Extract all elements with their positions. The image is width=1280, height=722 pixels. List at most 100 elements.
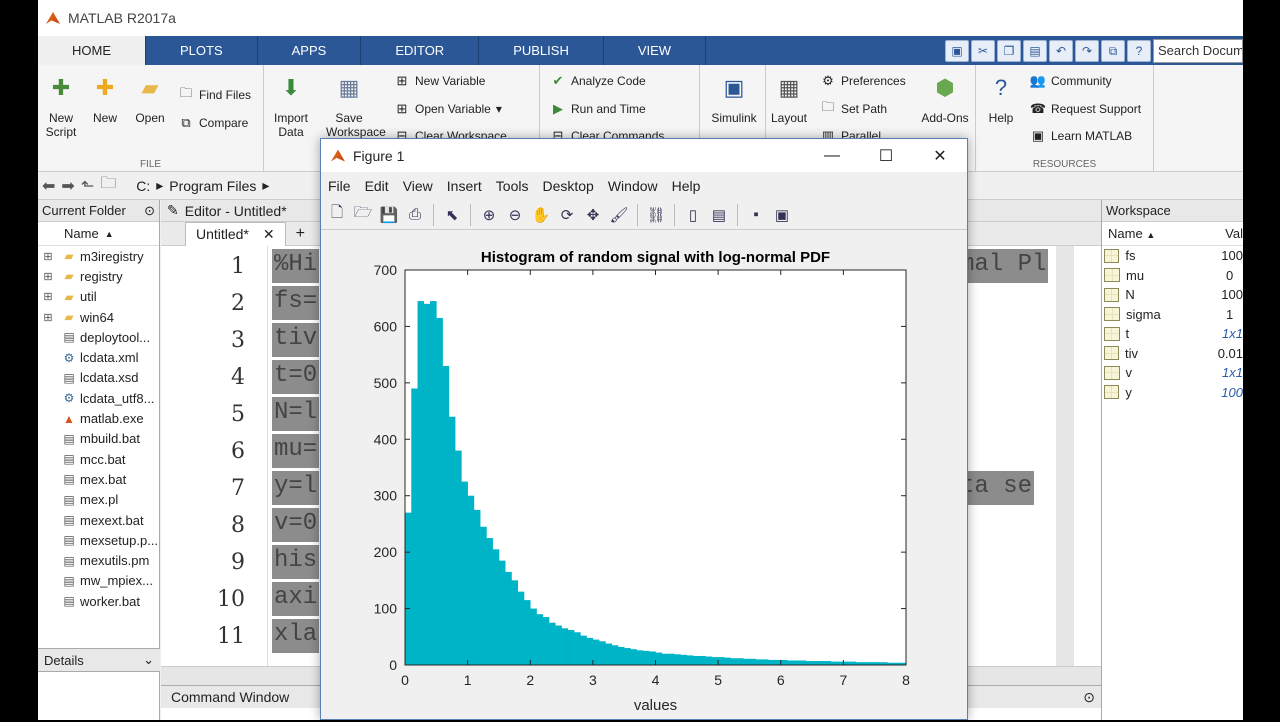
variable-row[interactable]: v 1x1 [1102,363,1243,383]
variable-row[interactable]: N 100 [1102,285,1243,305]
list-item[interactable]: ▤ deploytool... [38,327,159,347]
menu-view[interactable]: View [396,178,440,194]
variable-row[interactable]: sigma 1 [1102,305,1243,325]
expand-icon[interactable]: ⊞ [38,250,58,263]
list-item[interactable]: ▤ mw_mpiex... [38,571,159,591]
code-line[interactable]: xla [272,619,320,653]
close-icon[interactable]: ✕ [913,139,967,172]
list-item[interactable]: ▤ mexext.bat [38,510,159,530]
path-segment[interactable]: Program Files [169,178,256,194]
open-button[interactable]: ▰ Open [127,73,173,126]
code-line[interactable]: N=l [272,397,320,431]
set-path-button[interactable]: 🗀 Set Path [820,98,887,120]
menu-edit[interactable]: Edit [358,178,396,194]
new-variable-button[interactable]: ⊞ New Variable [394,70,486,92]
tab-apps[interactable]: APPS [258,36,362,65]
menu-desktop[interactable]: Desktop [535,178,600,194]
menu-file[interactable]: File [321,178,358,194]
learn-matlab-button[interactable]: ▣ Learn MATLAB [1030,125,1132,147]
search-input[interactable]: Search Docum [1153,39,1243,63]
zoom-in-icon[interactable]: ⊕ [477,203,501,227]
name-column-header[interactable]: Name ▲ [1108,226,1219,241]
list-item[interactable]: ⚙ lcdata_utf8... [38,388,159,408]
undo-icon[interactable]: ↶ [1049,40,1073,62]
link-plot-icon[interactable]: ⛓ [644,203,668,227]
list-item[interactable]: ▤ mex.bat [38,469,159,489]
compare-button[interactable]: ⧉ Compare [178,112,248,134]
tab-editor[interactable]: EDITOR [361,36,480,65]
copy-icon[interactable]: ❐ [997,40,1021,62]
vertical-scrollbar[interactable] [1056,246,1074,666]
import-data-button[interactable]: ⬇ Import Data [268,73,314,140]
list-item[interactable]: ▤ mbuild.bat [38,429,159,449]
tab-publish[interactable]: PUBLISH [479,36,604,65]
help-button[interactable]: ? Help [978,73,1024,126]
list-item[interactable]: ⊞ ▰ util [38,287,159,307]
list-item[interactable]: ▤ mcc.bat [38,449,159,469]
panel-menu-icon[interactable]: ⊙ [144,203,155,219]
code-line[interactable]: mu= [272,434,320,468]
name-column-header[interactable]: Name ▲ [38,222,159,246]
details-panel[interactable]: Details ⌄ [38,648,160,672]
analyze-code-button[interactable]: ✔ Analyze Code [550,70,646,92]
open-file-icon[interactable]: 🗁 [351,203,375,227]
code-line[interactable]: v=0 [272,508,320,542]
expand-icon[interactable]: ⊞ [38,290,58,303]
code-line[interactable]: his [272,545,320,579]
browse-folder-icon[interactable]: 🗀 [100,172,116,199]
variable-row[interactable]: t 1x1 [1102,324,1243,344]
list-item[interactable]: ▤ mexsetup.p... [38,530,159,550]
zoom-out-icon[interactable]: ⊖ [503,203,527,227]
new-script-button[interactable]: ✚ New Script [38,73,84,140]
menu-help[interactable]: Help [665,178,708,194]
add-tab-icon[interactable]: + [296,225,305,243]
run-and-time-button[interactable]: ▶ Run and Time [550,98,646,120]
data-cursor-icon[interactable]: ✥ [581,203,605,227]
request-support-button[interactable]: ☎ Request Support [1030,98,1141,120]
expand-icon[interactable]: ⊞ [38,311,58,324]
layout-button[interactable]: ▦ Layout [766,73,812,126]
open-variable-button[interactable]: ⊞ Open Variable ▾ [394,98,502,120]
list-item[interactable]: ▤ lcdata.xsd [38,368,159,388]
variable-row[interactable]: y 100 [1102,383,1243,403]
code-line[interactable]: t=0 [272,360,320,394]
variable-row[interactable]: mu 0 [1102,266,1243,286]
code-line[interactable]: tiv [272,323,320,357]
variable-row[interactable]: tiv 0.01 [1102,344,1243,364]
value-column-header[interactable]: Val [1225,226,1243,241]
hide-plot-tools-icon[interactable]: ▪ [744,203,768,227]
menu-window[interactable]: Window [601,178,665,194]
community-button[interactable]: 👥 Community [1030,70,1112,92]
back-icon[interactable]: ⬅ [42,176,55,196]
list-item[interactable]: ▤ worker.bat [38,591,159,611]
list-item[interactable]: ▤ mex.pl [38,490,159,510]
new-button[interactable]: ✚ New [82,73,128,126]
maximize-icon[interactable]: ☐ [859,139,913,172]
list-item[interactable]: ▤ mexutils.pm [38,550,159,570]
pan-icon[interactable]: ✋ [529,203,553,227]
new-figure-icon[interactable]: 🗋 [325,203,349,227]
save-icon[interactable]: ▣ [945,40,969,62]
list-item[interactable]: ⊞ ▰ m3iregistry [38,246,159,266]
panel-menu-icon[interactable]: ⊙ [1083,689,1095,706]
simulink-button[interactable]: ▣ Simulink [706,73,762,126]
menu-tools[interactable]: Tools [489,178,536,194]
redo-icon[interactable]: ↷ [1075,40,1099,62]
minimize-icon[interactable]: — [805,139,859,172]
add-ons-button[interactable]: ⬢ Add-Ons [918,73,972,126]
list-item[interactable]: ⊞ ▰ registry [38,266,159,286]
list-item[interactable]: ⚙ lcdata.xml [38,347,159,367]
up-folder-icon[interactable]: ⬑ [81,176,94,196]
code-line[interactable]: axi [272,582,320,616]
paste-icon[interactable]: ▤ [1023,40,1047,62]
switch-windows-icon[interactable]: ⧉ [1101,40,1125,62]
rotate-icon[interactable]: ⟳ [555,203,579,227]
code-line[interactable]: %Hi [272,249,320,283]
code-line-fragment[interactable]: mal Pl [958,249,1049,283]
print-icon[interactable]: ⎙ [403,203,427,227]
expand-icon[interactable]: ⊞ [38,270,58,283]
tab-home[interactable]: HOME [38,36,146,65]
drive-label[interactable]: C: [136,178,150,194]
cut-icon[interactable]: ✂ [971,40,995,62]
tab-view[interactable]: VIEW [604,36,707,65]
